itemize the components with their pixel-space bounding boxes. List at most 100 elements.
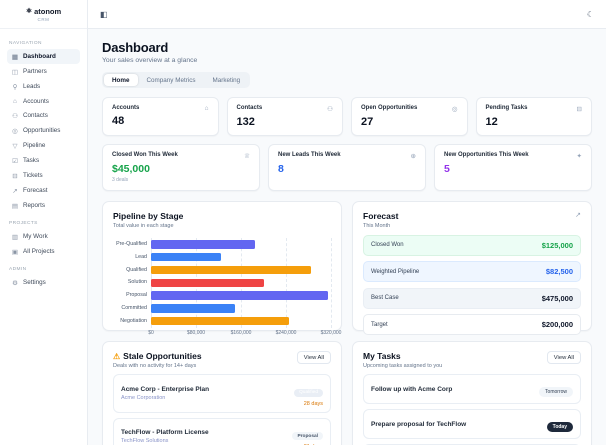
- tab-marketing[interactable]: Marketing: [205, 74, 249, 86]
- sidebar-item-label: All Projects: [23, 248, 55, 255]
- opportunity-company: TechFlow Solutions: [121, 438, 169, 445]
- forecast-row-best-case: Best Case $475,000: [363, 287, 581, 309]
- sidebar-item-tasks[interactable]: ☑ Tasks: [7, 153, 80, 168]
- y-axis-label: Qualified: [126, 266, 147, 273]
- sidebar-item-label: Tickets: [23, 172, 43, 179]
- x-axis-label: $240,000: [275, 329, 297, 336]
- x-axis-label: $80,000: [186, 329, 206, 336]
- top-bar: ◧ ☾: [88, 0, 606, 29]
- stat-label: Open Opportunities: [361, 105, 418, 111]
- my-work-icon: ▥: [11, 233, 19, 241]
- sidebar-item-label: Reports: [23, 202, 46, 209]
- sidebar-item-leads[interactable]: ⚲ Leads: [7, 79, 80, 94]
- sidebar-item-dashboard[interactable]: ▦ Dashboard: [7, 49, 80, 64]
- warning-icon: ⚠: [113, 351, 121, 361]
- target-icon: ◎: [451, 106, 458, 113]
- partners-icon: ◫: [11, 68, 19, 76]
- pipeline-panel-title: Pipeline by Stage: [113, 211, 184, 221]
- task-item[interactable]: Follow up with Acme Corp Tomorrow: [363, 374, 581, 404]
- tasks-list: Follow up with Acme Corp Tomorrow Prepare …: [363, 374, 581, 445]
- sidebar-item-tickets[interactable]: ⊟ Tickets: [7, 168, 80, 183]
- contacts-icon: ⚇: [12, 112, 18, 120]
- sidebar-item-all-projects[interactable]: ▣ All Projects: [7, 244, 80, 259]
- sidebar-item-label: Accounts: [23, 97, 49, 105]
- stat-card-accounts: Accounts ⌂ 48: [102, 97, 219, 136]
- forecast-row-label: Best Case: [371, 295, 399, 301]
- weekly-subtext: 3 deals: [112, 177, 129, 183]
- dashboard-icon: ▦: [11, 53, 19, 61]
- sidebar-item-label: Forecast: [23, 187, 48, 194]
- stale-view-all-button[interactable]: View All: [296, 351, 331, 364]
- opportunity-company: Acme Corporation: [121, 394, 166, 401]
- tasks-view-all-button[interactable]: View All: [546, 351, 581, 364]
- accounts-icon: ⌂: [13, 97, 17, 105]
- tasks-panel-subtitle: Upcoming tasks assigned to you: [363, 363, 443, 369]
- forecast-row-value: $125,000: [541, 240, 573, 250]
- bar-solution: [151, 278, 264, 288]
- sidebar-toggle-icon[interactable]: ◧: [100, 10, 108, 19]
- sidebar-nav: Navigation ▦ Dashboard ◫ Partners ⚲ Leads ⌂ Acco…: [0, 29, 87, 294]
- stat-card-contacts: Contacts ⚇ 132: [226, 97, 343, 136]
- forecast-panel: Forecast This Month ↗ Closed Won $125,000…: [352, 201, 592, 335]
- y-axis-label: Pre-Qualified: [116, 241, 147, 247]
- y-axis-label: Proposal: [126, 292, 147, 299]
- stat-label: Contacts: [236, 105, 263, 111]
- dashboard-content: Dashboard Your sales overview at a glanc…: [88, 29, 606, 445]
- chart-bar-row: [151, 276, 331, 289]
- opportunities-icon: ◎: [12, 127, 18, 135]
- stats-row: Accounts ⌂ 48 Contacts ⚇ 132 Open Opportunitie…: [102, 97, 592, 136]
- forecast-panel-subtitle: This Month: [363, 223, 391, 229]
- sidebar-item-accounts[interactable]: ⌂ Accounts: [7, 94, 80, 108]
- stale-opportunity-item[interactable]: Acme Corp - Enterprise Plan Acme Corporat…: [113, 374, 331, 413]
- sidebar-item-label: Pipeline: [23, 142, 46, 149]
- sidebar-item-reports[interactable]: ▤ Reports: [7, 198, 80, 213]
- stale-opportunity-item[interactable]: TechFlow - Platform License TechFlow Solu…: [113, 417, 331, 445]
- nav-section-label: Navigation: [9, 41, 42, 46]
- theme-toggle-moon-icon[interactable]: ☾: [587, 10, 594, 19]
- stat-card-pending-tasks: Pending Tasks ⊟ 12: [475, 97, 592, 136]
- sparkle-icon: ✦: [576, 153, 582, 160]
- y-axis-label: Solution: [127, 279, 147, 286]
- sidebar-item-label: Partners: [23, 68, 47, 75]
- sidebar-item-label: Tasks: [23, 157, 40, 164]
- bar-qualified: [151, 265, 312, 275]
- sidebar-item-pipeline[interactable]: ▽ Pipeline: [7, 138, 80, 153]
- sidebar-item-label: Settings: [23, 279, 46, 286]
- chart-bar-row: [151, 289, 331, 302]
- weekly-value: $45,000: [112, 163, 150, 175]
- forecast-panel-title: Forecast: [363, 211, 399, 221]
- tasks-icon: ☑: [12, 157, 18, 165]
- forecast-row-label: Closed Won: [371, 242, 404, 248]
- sidebar-item-partners[interactable]: ◫ Partners: [7, 64, 80, 79]
- sidebar-item-contacts[interactable]: ⚇ Contacts: [7, 108, 80, 123]
- sidebar-item-opportunities[interactable]: ◎ Opportunities: [7, 123, 80, 138]
- stage-badge: Qualified: [294, 388, 323, 397]
- bar-pre-qualified: [151, 240, 256, 249]
- bar-negotiation: [151, 316, 289, 326]
- weekly-value: 5: [444, 163, 450, 175]
- sidebar-item-forecast[interactable]: ↗ Forecast: [7, 183, 80, 198]
- weekly-card-new-leads-this-week: New Leads This Week ⊕ 8: [268, 144, 426, 191]
- sidebar-item-label: Contacts: [23, 112, 48, 119]
- chart-y-labels: Pre-Qualified Lead Qualified Solution Propos…: [113, 238, 151, 328]
- sidebar-item-label: My Work: [23, 233, 48, 240]
- tab-company-metrics[interactable]: Company Metrics: [139, 74, 204, 86]
- nav-section-label: Admin: [9, 267, 27, 272]
- sidebar-item-my-work[interactable]: ▥ My Work: [7, 229, 80, 244]
- building-icon: ⌂: [204, 105, 209, 112]
- all-projects-icon: ▣: [11, 248, 19, 256]
- chart-x-labels: $0 $80,000 $160,000 $240,000 $320,000: [148, 329, 341, 338]
- people-icon: ⚇: [327, 106, 333, 113]
- x-axis-label: $160,000: [230, 329, 252, 336]
- task-title: Prepare proposal for TechFlow: [371, 420, 467, 428]
- stat-value: 48: [112, 115, 125, 127]
- weekly-value: 8: [278, 163, 284, 175]
- y-axis-label: Negotiation: [120, 317, 147, 324]
- tab-home[interactable]: Home: [104, 74, 138, 86]
- sidebar-item-label: Leads: [23, 83, 41, 90]
- settings-icon: ⚙: [12, 279, 18, 287]
- forecast-row-weighted-pipeline: Weighted Pipeline $82,500: [363, 261, 581, 282]
- sidebar-item-settings[interactable]: ⚙ Settings: [7, 275, 80, 290]
- task-item[interactable]: Prepare proposal for TechFlow Today: [363, 409, 581, 439]
- chart-track-area: [151, 238, 332, 328]
